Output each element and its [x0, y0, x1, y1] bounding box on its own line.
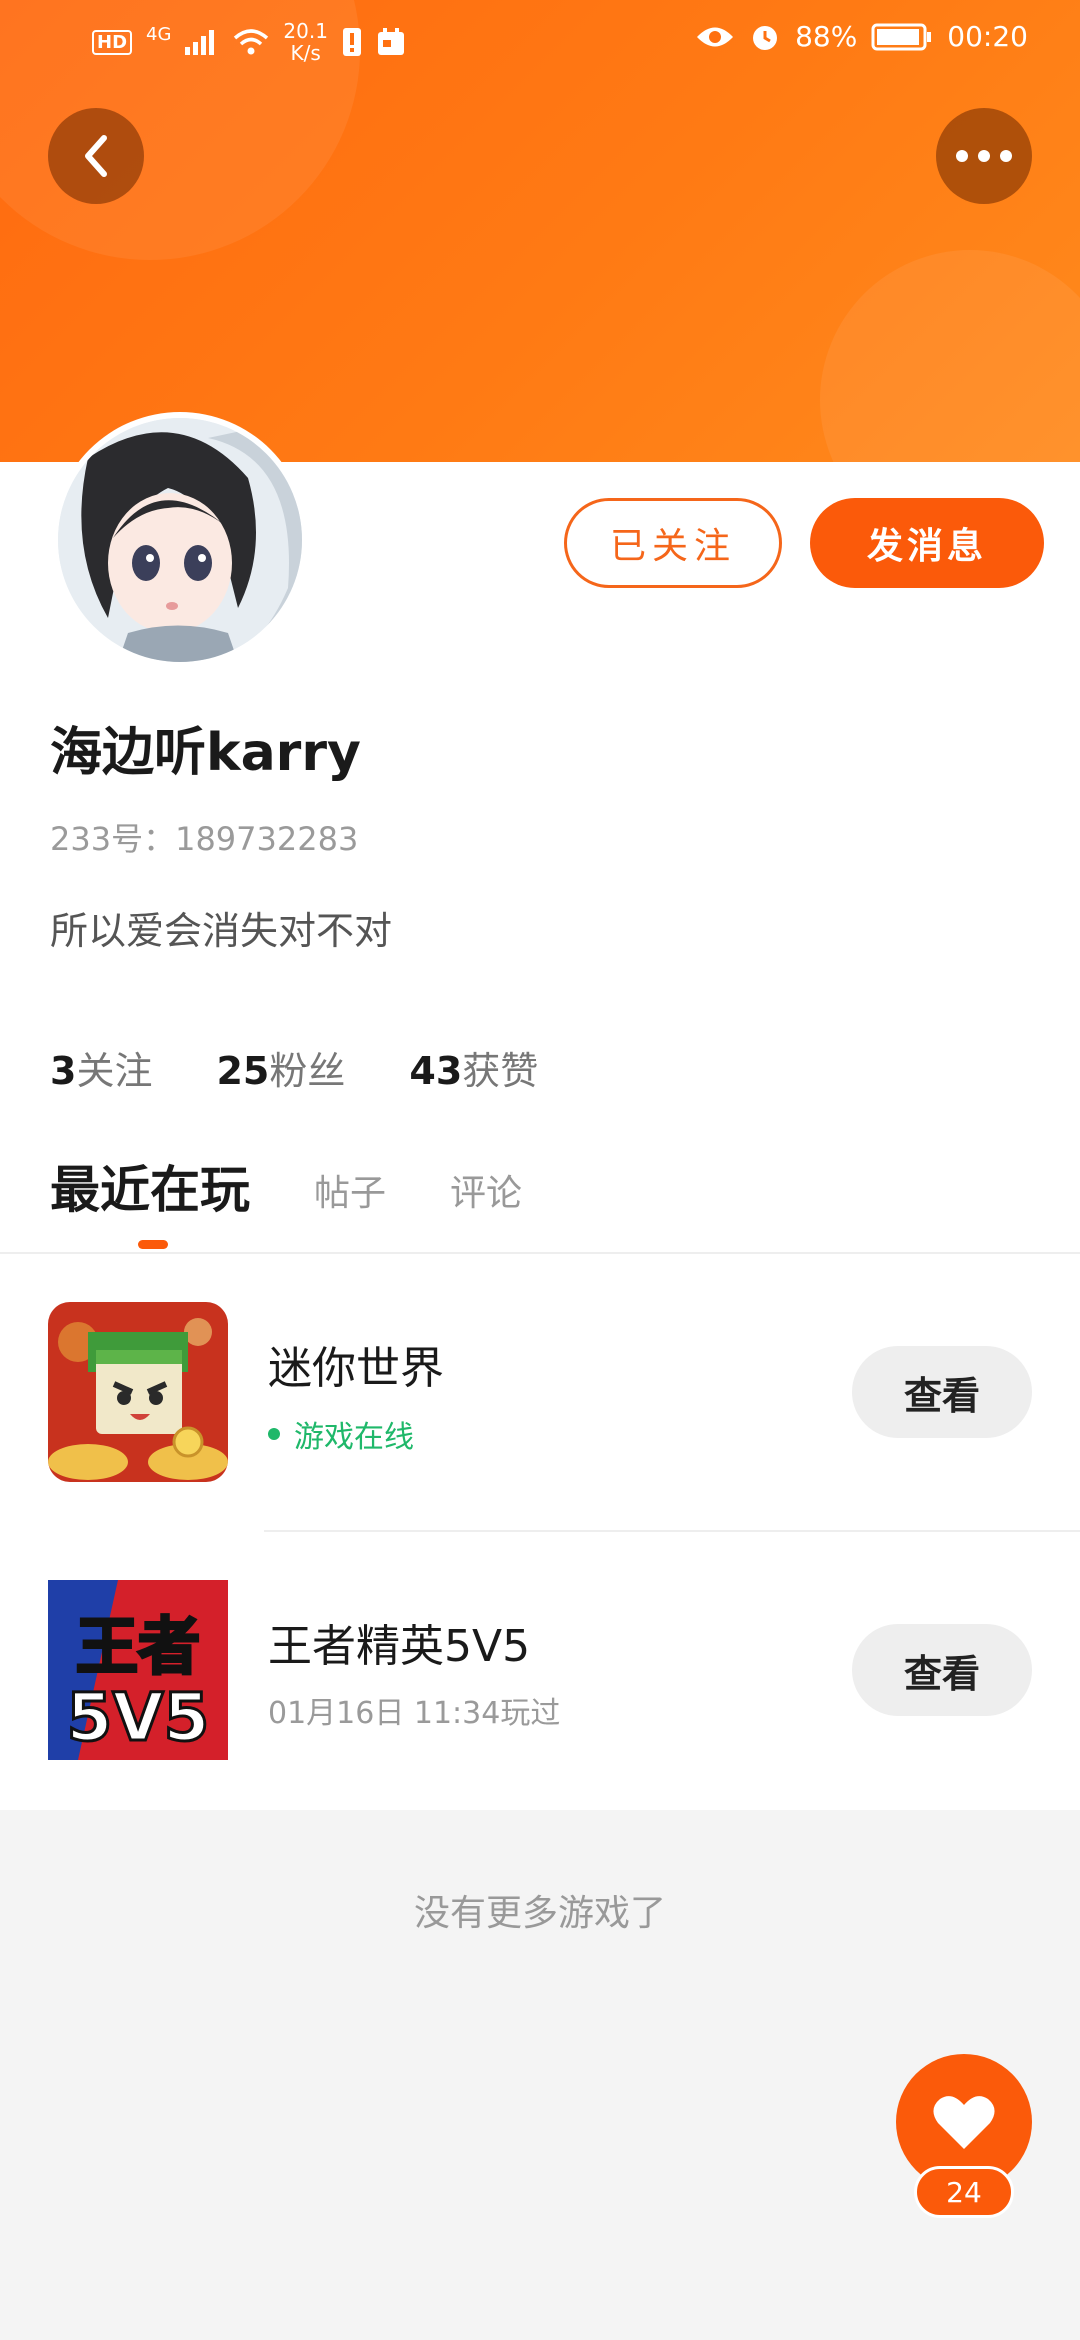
like-count-badge: 24	[914, 2166, 1014, 2218]
game-status: 游戏在线	[268, 1412, 414, 1456]
game-last-played: 01月16日 11:34玩过	[268, 1696, 561, 1731]
game-status-text: 游戏在线	[294, 1420, 414, 1455]
game-list-item[interactable]: 王者 5V5 王者精英5V5 01月16日 11:34玩过 查看	[0, 1580, 1080, 1760]
battery-percent: 88%	[795, 20, 858, 53]
chevron-left-icon	[85, 135, 107, 177]
game-list-item[interactable]: 迷你世界 游戏在线 查看	[0, 1302, 1080, 1482]
stat-value: 43	[409, 1049, 463, 1093]
status-bar: HD 4G 20.1 K/s 88% 00:20	[0, 0, 1080, 84]
stat-likes[interactable]: 43获赞	[409, 1040, 538, 1095]
avatar[interactable]	[52, 412, 308, 668]
game-icon-kings-elite: 王者 5V5	[48, 1580, 228, 1760]
stat-label: 获赞	[462, 1049, 539, 1093]
stat-label: 粉丝	[269, 1049, 346, 1093]
heart-icon	[933, 2096, 995, 2149]
game-name: 王者精英5V5	[268, 1621, 531, 1672]
stat-label: 关注	[76, 1049, 153, 1093]
battery-icon	[871, 23, 932, 50]
view-button[interactable]: 查看	[852, 1624, 1032, 1716]
network-speed: 20.1 K/s	[283, 19, 328, 65]
followed-button[interactable]: 已关注	[564, 498, 782, 588]
eye-icon	[697, 27, 734, 46]
username: 海边听karry	[50, 723, 361, 783]
user-id: 233号：189732283	[50, 820, 359, 858]
stat-value: 3	[50, 1049, 77, 1093]
signal-icon	[185, 30, 215, 55]
stat-following[interactable]: 3关注	[50, 1040, 152, 1095]
game-icon-text: 5V5	[67, 1679, 210, 1756]
decor-bubble	[820, 250, 1080, 462]
back-button[interactable]	[48, 108, 144, 204]
profile-stats: 3关注 25粉丝 43获赞	[50, 1040, 538, 1095]
game-name: 迷你世界	[268, 1343, 444, 1394]
tab-active-indicator	[138, 1240, 168, 1249]
game-icon-mini-world	[48, 1302, 228, 1482]
alert-icon	[342, 28, 361, 56]
more-button[interactable]	[936, 108, 1032, 204]
wifi-icon	[234, 29, 269, 55]
user-bio: 所以爱会消失对不对	[50, 909, 393, 953]
avatar-image	[58, 418, 302, 662]
hd-badge: HD	[92, 29, 133, 55]
divider	[0, 1252, 1080, 1254]
network-type: 4G	[146, 23, 172, 45]
clock: 00:20	[947, 20, 1028, 53]
stat-value: 25	[216, 1049, 270, 1093]
online-dot	[268, 1428, 280, 1440]
alarm-icon	[753, 25, 778, 50]
divider	[264, 1530, 1080, 1532]
profile-tabs: 最近在玩 帖子 评论	[50, 1150, 522, 1222]
game-icon-text: 王者	[76, 1610, 200, 1683]
more-horizontal-icon	[956, 150, 1012, 162]
tab-comments[interactable]: 评论	[450, 1164, 522, 1222]
calendar-icon	[377, 28, 404, 55]
no-more-games-text: 没有更多游戏了	[413, 1893, 666, 1934]
tab-recently-played[interactable]: 最近在玩	[50, 1150, 250, 1222]
view-button[interactable]: 查看	[852, 1346, 1032, 1438]
send-message-button[interactable]: 发消息	[810, 498, 1044, 588]
tab-posts[interactable]: 帖子	[314, 1164, 386, 1222]
stat-fans[interactable]: 25粉丝	[216, 1040, 345, 1095]
